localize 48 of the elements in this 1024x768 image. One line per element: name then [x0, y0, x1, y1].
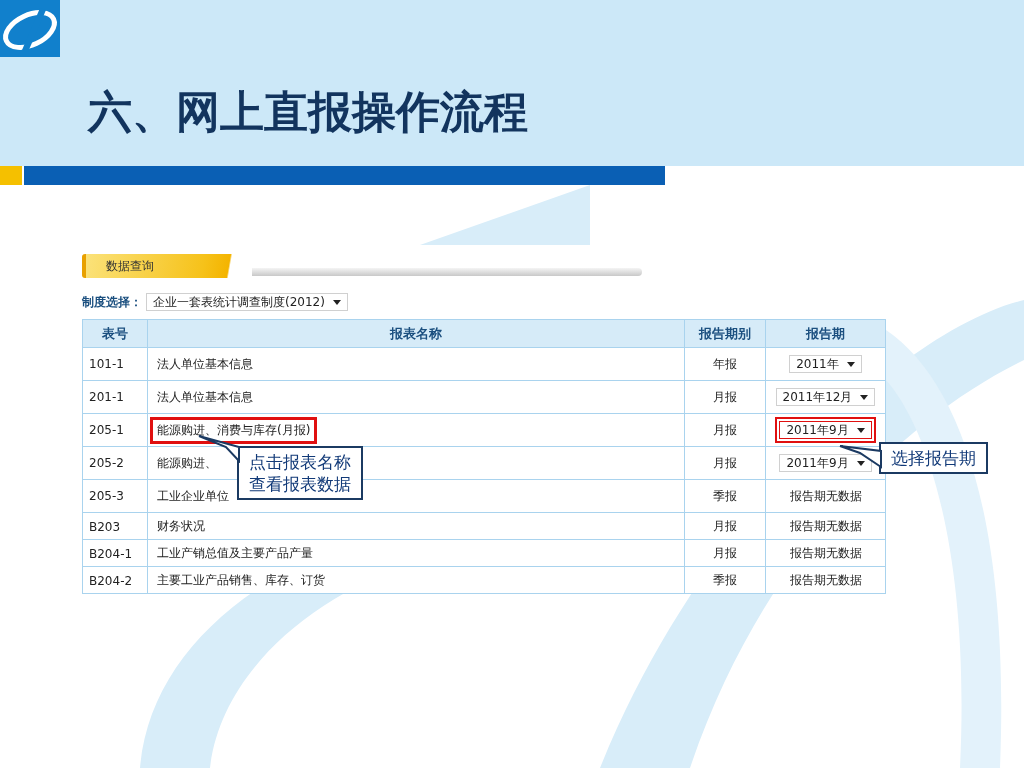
- report-name-link[interactable]: 工业企业单位: [150, 482, 236, 510]
- caret-icon: [846, 361, 855, 367]
- report-name-link[interactable]: 能源购进、消费与库存(月报): [150, 416, 318, 444]
- frequency-cell: 月报: [713, 545, 737, 562]
- frequency-cell: 季报: [713, 487, 737, 505]
- report-name-link[interactable]: 主要工业产品销售、库存、订货: [150, 567, 332, 594]
- column-header: 报告期别: [699, 324, 751, 343]
- frequency-cell: 月报: [713, 518, 737, 535]
- frequency-cell: 月报: [713, 388, 737, 406]
- code-cell: 205-2: [89, 456, 124, 470]
- caret-icon: [856, 427, 865, 433]
- period-text: 报告期无数据: [789, 518, 862, 535]
- column-header: 报告期: [806, 324, 845, 343]
- frequency-cell: 月报: [713, 454, 737, 472]
- report-name-link[interactable]: 财务状况: [150, 513, 212, 540]
- period-select[interactable]: 2011年: [789, 355, 862, 373]
- slide-title: 六、网上直报操作流程: [88, 90, 528, 134]
- logo-icon: [0, 0, 60, 57]
- period-select[interactable]: 2011年12月: [775, 388, 876, 406]
- column-header: 报表名称: [390, 324, 442, 343]
- code-cell: 205-3: [89, 489, 124, 503]
- code-cell: 101-1: [89, 357, 124, 371]
- code-cell: B204-2: [89, 573, 133, 588]
- callout-text: 选择报告期: [891, 447, 976, 470]
- code-cell: 201-1: [89, 390, 124, 404]
- caret-icon: [856, 460, 865, 466]
- period-text: 报告期无数据: [789, 572, 862, 589]
- column-header: 表号: [102, 324, 128, 343]
- callout-text: 点击报表名称: [249, 451, 351, 474]
- frequency-cell: 月报: [713, 421, 737, 439]
- report-name-link[interactable]: 法人单位基本信息: [150, 350, 260, 378]
- caret-icon: [332, 299, 341, 305]
- system-select[interactable]: 企业一套表统计调查制度(2012): [146, 293, 348, 311]
- frequency-cell: 季报: [713, 572, 737, 589]
- caret-icon: [860, 394, 869, 400]
- frequency-cell: 年报: [713, 355, 737, 373]
- system-label: 制度选择：: [82, 293, 142, 311]
- code-cell: B204-1: [89, 546, 133, 561]
- report-name-link[interactable]: 能源购进、: [150, 449, 224, 477]
- code-cell: 205-1: [89, 423, 124, 437]
- period-text: 报告期无数据: [789, 487, 862, 505]
- callout-text: 查看报表数据: [249, 473, 351, 496]
- code-cell: B203: [89, 519, 121, 534]
- report-name-link[interactable]: 工业产销总值及主要产品产量: [150, 540, 320, 567]
- period-select[interactable]: 2011年9月: [779, 454, 872, 472]
- accent-block: [0, 166, 22, 185]
- report-name-link[interactable]: 法人单位基本信息: [150, 383, 260, 411]
- period-text: 报告期无数据: [789, 545, 862, 562]
